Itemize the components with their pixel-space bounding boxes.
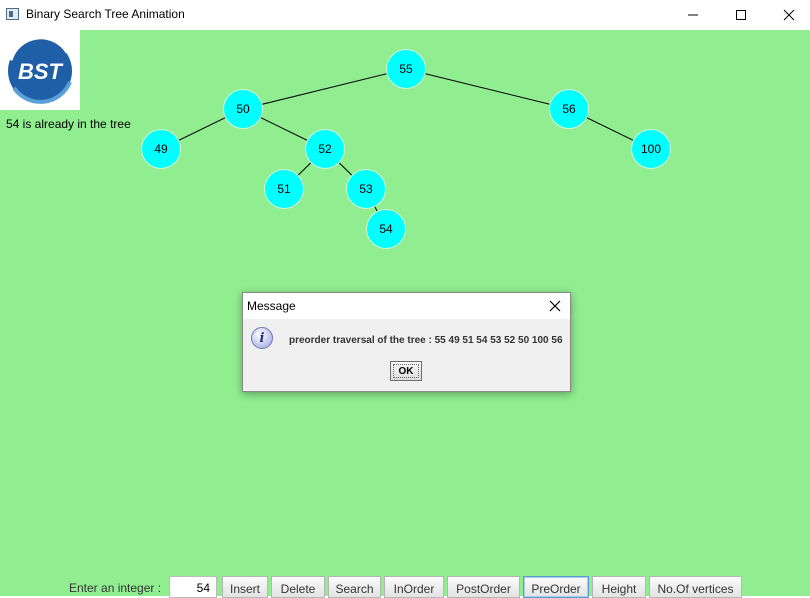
tree-node-54: 54 bbox=[366, 209, 406, 249]
vertex-count-button[interactable]: No.Of vertices bbox=[649, 576, 742, 598]
ok-button[interactable]: OK bbox=[390, 361, 422, 381]
message-dialog: Message i preorder traversal of the tree… bbox=[242, 292, 571, 392]
control-bar: Enter an integer : 54 Insert Delete Sear… bbox=[0, 576, 810, 598]
status-message: 54 is already in the tree bbox=[6, 117, 131, 131]
edge-55-56 bbox=[405, 68, 570, 110]
dialog-title: Message bbox=[247, 299, 296, 313]
bst-logo: BST bbox=[0, 30, 80, 110]
search-button[interactable]: Search bbox=[328, 576, 381, 598]
height-button[interactable]: Height bbox=[592, 576, 646, 598]
tree-node-56: 56 bbox=[549, 89, 589, 129]
tree-node-55: 55 bbox=[386, 49, 426, 89]
tree-node-49: 49 bbox=[141, 129, 181, 169]
bst-logo-icon: BST bbox=[7, 34, 72, 104]
tree-node-52: 52 bbox=[305, 129, 345, 169]
integer-input-label: Enter an integer : bbox=[69, 581, 162, 595]
insert-button[interactable]: Insert bbox=[222, 576, 268, 598]
tree-node-51: 51 bbox=[264, 169, 304, 209]
close-icon bbox=[549, 300, 561, 312]
tree-node-53: 53 bbox=[346, 169, 386, 209]
info-icon: i bbox=[251, 327, 273, 349]
dialog-close-button[interactable] bbox=[546, 297, 564, 315]
edge-55-50 bbox=[242, 68, 407, 110]
tree-node-50: 50 bbox=[223, 89, 263, 129]
integer-input[interactable]: 54 bbox=[169, 576, 217, 598]
tree-node-100: 100 bbox=[631, 129, 671, 169]
postorder-button[interactable]: PostOrder bbox=[447, 576, 520, 598]
dialog-header: Message bbox=[243, 293, 570, 319]
dialog-message: preorder traversal of the tree : 55 49 5… bbox=[289, 335, 563, 346]
logo-text: BST bbox=[18, 59, 64, 84]
inorder-button[interactable]: InOrder bbox=[384, 576, 444, 598]
delete-button[interactable]: Delete bbox=[271, 576, 325, 598]
preorder-button[interactable]: PreOrder bbox=[523, 576, 589, 598]
